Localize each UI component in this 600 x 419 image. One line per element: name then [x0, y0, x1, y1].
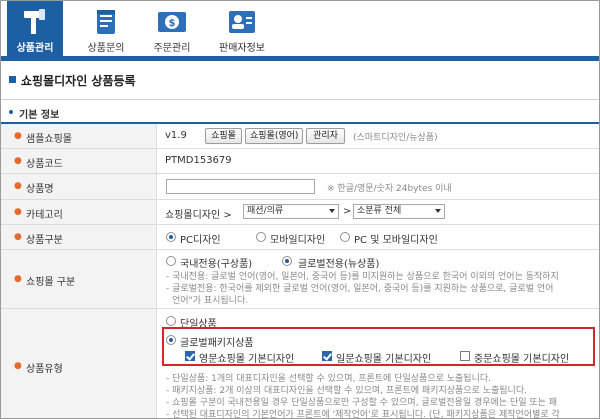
- section-header: 기본 정보: [1, 100, 599, 124]
- radio-pc-mobile-design[interactable]: [340, 232, 350, 242]
- category-select-1[interactable]: 패션/의류: [243, 204, 339, 219]
- product-form: ● 샘플쇼핑몰 v1.9 쇼핑몰 쇼핑몰(영어) 관리자 (스마트디자인/뉴상품)…: [1, 122, 599, 419]
- title-bullet-icon: [9, 76, 16, 83]
- required-icon: ●: [14, 207, 22, 217]
- product-name-hint: ※ 한글/영문/숫자 24bytes 이내: [327, 184, 452, 194]
- radio-label: PC디자인: [180, 235, 221, 246]
- required-icon: ●: [14, 232, 22, 242]
- field-label: 상품유형: [26, 364, 63, 375]
- goods-type-note: - 선택된 대표디자인의 기본언어가 프론트에 '제작언어'로 표시됩니다. (…: [166, 410, 560, 419]
- radio-label: PC 및 모바일디자인: [354, 235, 438, 246]
- radio-mobile-design[interactable]: [256, 232, 266, 242]
- row-product-type: ● 상품구분 PC디자인 모바일디자인 PC 및 모바일디자인: [1, 225, 599, 250]
- radio-global[interactable]: [282, 256, 292, 266]
- tab-product-inquiry[interactable]: 상품문의: [77, 1, 135, 56]
- page-title: 쇼핑몰디자인 상품등록: [21, 74, 136, 88]
- required-icon: ●: [14, 156, 22, 166]
- tab-label: 상품문의: [87, 43, 125, 54]
- mall-type-note: 언어"가 표시됩니다.: [172, 296, 249, 306]
- row-product-code: ● 상품코드 PTMD153679: [1, 149, 599, 174]
- radio-label: 글로벌전용(뉴상품): [298, 259, 380, 270]
- id-card-icon: [229, 11, 255, 33]
- sample-mall-hint: (스마트디자인/뉴상품): [353, 133, 438, 143]
- section-bullet-icon: [9, 110, 13, 114]
- category-select-2[interactable]: 소분류 전체: [353, 204, 445, 219]
- tab-label: 주문관리: [153, 43, 191, 54]
- radio-single-goods[interactable]: [166, 316, 176, 326]
- tab-seller-info[interactable]: 판매자정보: [209, 1, 275, 56]
- tab-order-management[interactable]: $ 주문관리: [141, 1, 203, 56]
- row-category: ● 카테고리 쇼핑몰디자인 > 패션/의류 > 소분류 전체: [1, 200, 599, 225]
- product-name-input[interactable]: [166, 179, 315, 194]
- field-label: 샘플쇼핑몰: [26, 134, 72, 145]
- category-root: 쇼핑몰디자인 >: [165, 210, 232, 221]
- required-icon: ●: [14, 181, 22, 191]
- sample-admin-button[interactable]: 관리자: [306, 128, 345, 144]
- app-window: 상품관리 상품문의 $ 주문관리 판매자정보 쇼핑몰디자인 상품등록 기본 정보…: [0, 0, 600, 419]
- chevron-down-icon: [329, 209, 335, 213]
- radio-pc-design[interactable]: [166, 232, 176, 242]
- svg-text:$: $: [169, 18, 176, 29]
- page-header: 쇼핑몰디자인 상품등록: [1, 61, 599, 100]
- section-title: 기본 정보: [19, 110, 60, 121]
- top-nav: 상품관리 상품문의 $ 주문관리 판매자정보: [1, 1, 599, 61]
- field-label: 카테고리: [26, 210, 63, 221]
- field-label: 쇼핑몰 구분: [26, 277, 76, 288]
- hammer-icon: [24, 9, 45, 34]
- row-sample-mall: ● 샘플쇼핑몰 v1.9 쇼핑몰 쇼핑몰(영어) 관리자 (스마트디자인/뉴상품): [1, 124, 599, 149]
- version-text: v1.9: [165, 130, 187, 141]
- field-label: 상품구분: [26, 235, 63, 246]
- tab-label: 판매자정보: [219, 43, 265, 54]
- highlight-box: [162, 327, 595, 366]
- product-code-value: PTMD153679: [165, 155, 232, 166]
- required-icon: ●: [14, 131, 22, 141]
- memo-icon: [97, 10, 115, 34]
- radio-label: 국내전용(구상품): [180, 259, 253, 270]
- radio-label: 모바일디자인: [270, 235, 326, 246]
- radio-domestic[interactable]: [166, 256, 176, 266]
- row-product-name: ● 상품명 ※ 한글/영문/숫자 24bytes 이내: [1, 174, 599, 200]
- field-label: 상품코드: [26, 159, 63, 170]
- money-icon: $: [158, 12, 186, 32]
- row-mall-type: ● 쇼핑몰 구분 국내전용(구상품) 글로벌전용(뉴상품) - 국내전용: 글로벌…: [1, 250, 599, 309]
- tab-label: 상품관리: [16, 43, 54, 54]
- required-icon: ●: [14, 361, 22, 371]
- category-separator: >: [343, 206, 352, 217]
- tab-product-management[interactable]: 상품관리: [7, 1, 63, 56]
- field-label: 상품명: [26, 184, 54, 195]
- chevron-down-icon: [435, 209, 441, 213]
- sample-mall-button[interactable]: 쇼핑몰: [205, 128, 242, 144]
- required-icon: ●: [14, 274, 22, 284]
- sample-mall-english-button[interactable]: 쇼핑몰(영어): [245, 128, 303, 144]
